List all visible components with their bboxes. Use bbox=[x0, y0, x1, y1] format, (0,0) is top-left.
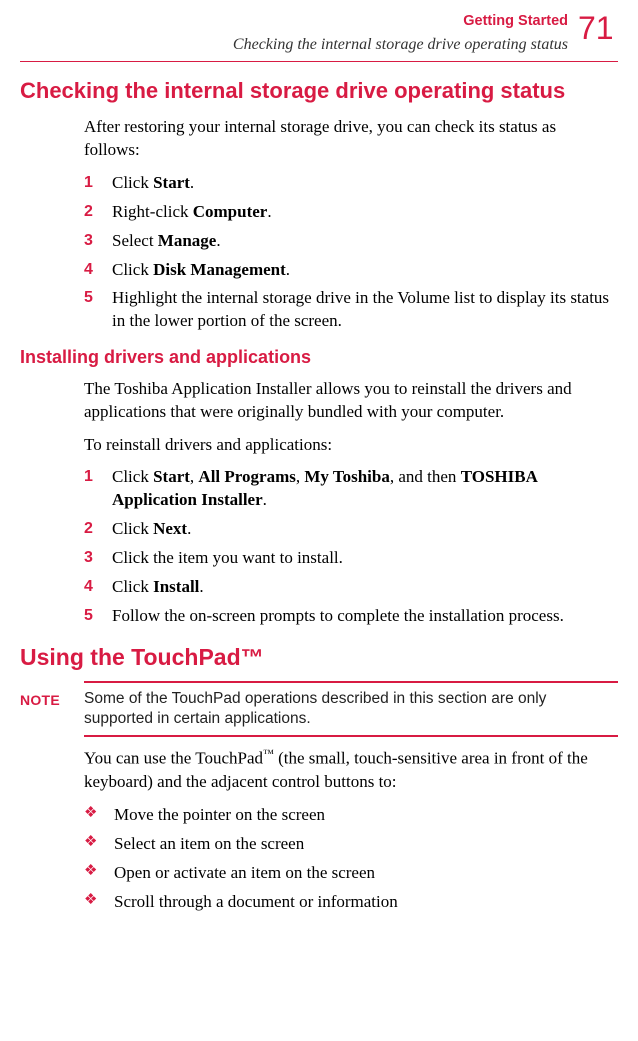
intro-paragraph-2b: To reinstall drivers and applications: bbox=[84, 434, 614, 457]
header-rule bbox=[20, 61, 618, 62]
step-item: 5 Highlight the internal storage drive in… bbox=[84, 287, 614, 333]
diamond-bullet-icon: ❖ bbox=[84, 862, 98, 885]
step-number: 3 bbox=[84, 547, 98, 570]
diamond-bullet-icon: ❖ bbox=[84, 891, 98, 914]
step-text: Click Install. bbox=[112, 576, 614, 599]
step-text: Click Next. bbox=[112, 518, 614, 541]
step-item: 4 Click Install. bbox=[84, 576, 614, 599]
note-text: Some of the TouchPad operations describe… bbox=[84, 681, 618, 737]
note-block: NOTE Some of the TouchPad operations des… bbox=[20, 681, 618, 737]
note-label: NOTE bbox=[20, 692, 60, 708]
heading-checking-status: Checking the internal storage drive oper… bbox=[20, 76, 618, 106]
chapter-label: Getting Started bbox=[20, 12, 568, 32]
step-text: Click the item you want to install. bbox=[112, 547, 614, 570]
step-number: 5 bbox=[84, 605, 98, 628]
list-item: ❖ Scroll through a document or informatio… bbox=[84, 891, 614, 914]
step-text: Right-click Computer. bbox=[112, 201, 614, 224]
trademark-symbol-small: ™ bbox=[263, 748, 274, 760]
step-item: 4 Click Disk Management. bbox=[84, 259, 614, 282]
step-item: 2 Right-click Computer. bbox=[84, 201, 614, 224]
step-text: Click Start, All Programs, My Toshiba, a… bbox=[112, 466, 614, 512]
heading-using-touchpad-text: Using the TouchPad bbox=[20, 644, 241, 670]
step-text: Follow the on-screen prompts to complete… bbox=[112, 605, 614, 628]
step-item: 3 Select Manage. bbox=[84, 230, 614, 253]
list-item-text: Move the pointer on the screen bbox=[114, 804, 614, 827]
step-number: 4 bbox=[84, 576, 98, 599]
page-number: 71 bbox=[578, 12, 618, 46]
step-number: 2 bbox=[84, 518, 98, 541]
step-text: Highlight the internal storage drive in … bbox=[112, 287, 614, 333]
trademark-symbol: ™ bbox=[241, 644, 264, 670]
step-number: 1 bbox=[84, 172, 98, 195]
list-item-text: Select an item on the screen bbox=[114, 833, 614, 856]
intro3-pre: You can use the TouchPad bbox=[84, 749, 263, 768]
header-section-label: Checking the internal storage drive oper… bbox=[20, 34, 568, 56]
step-item: 3 Click the item you want to install. bbox=[84, 547, 614, 570]
page-header: Getting Started Checking the internal st… bbox=[20, 12, 618, 55]
list-item-text: Scroll through a document or information bbox=[114, 891, 614, 914]
note-label-wrap: NOTE bbox=[20, 681, 60, 712]
list-item-text: Open or activate an item on the screen bbox=[114, 862, 614, 885]
step-number: 2 bbox=[84, 201, 98, 224]
diamond-bullet-icon: ❖ bbox=[84, 804, 98, 827]
step-text: Click Start. bbox=[112, 172, 614, 195]
diamond-bullet-icon: ❖ bbox=[84, 833, 98, 856]
list-item: ❖ Open or activate an item on the screen bbox=[84, 862, 614, 885]
intro-paragraph-2a: The Toshiba Application Installer allows… bbox=[84, 378, 614, 424]
section-2-body: The Toshiba Application Installer allows… bbox=[84, 378, 614, 628]
step-item: 1 Click Start, All Programs, My Toshiba, … bbox=[84, 466, 614, 512]
list-item: ❖ Move the pointer on the screen bbox=[84, 804, 614, 827]
intro-paragraph-1: After restoring your internal storage dr… bbox=[84, 116, 614, 162]
bullet-list: ❖ Move the pointer on the screen ❖ Select a… bbox=[84, 804, 614, 914]
heading-using-touchpad: Using the TouchPad™ bbox=[20, 642, 618, 673]
step-text: Select Manage. bbox=[112, 230, 614, 253]
list-item: ❖ Select an item on the screen bbox=[84, 833, 614, 856]
section-3-body: You can use the TouchPad™ (the small, to… bbox=[84, 747, 614, 913]
step-number: 5 bbox=[84, 287, 98, 333]
step-item: 1 Click Start. bbox=[84, 172, 614, 195]
step-number: 3 bbox=[84, 230, 98, 253]
heading-installing-drivers: Installing drivers and applications bbox=[20, 345, 618, 369]
intro-paragraph-3: You can use the TouchPad™ (the small, to… bbox=[84, 747, 614, 794]
page: Getting Started Checking the internal st… bbox=[0, 0, 638, 950]
step-number: 1 bbox=[84, 466, 98, 512]
steps-list-2: 1 Click Start, All Programs, My Toshiba, … bbox=[84, 466, 614, 628]
section-1-body: After restoring your internal storage dr… bbox=[84, 116, 614, 334]
step-item: 2 Click Next. bbox=[84, 518, 614, 541]
step-item: 5 Follow the on-screen prompts to complet… bbox=[84, 605, 614, 628]
step-number: 4 bbox=[84, 259, 98, 282]
steps-list-1: 1 Click Start. 2 Right-click Computer. 3 Sele… bbox=[84, 172, 614, 334]
step-text: Click Disk Management. bbox=[112, 259, 614, 282]
header-text-block: Getting Started Checking the internal st… bbox=[20, 12, 568, 55]
